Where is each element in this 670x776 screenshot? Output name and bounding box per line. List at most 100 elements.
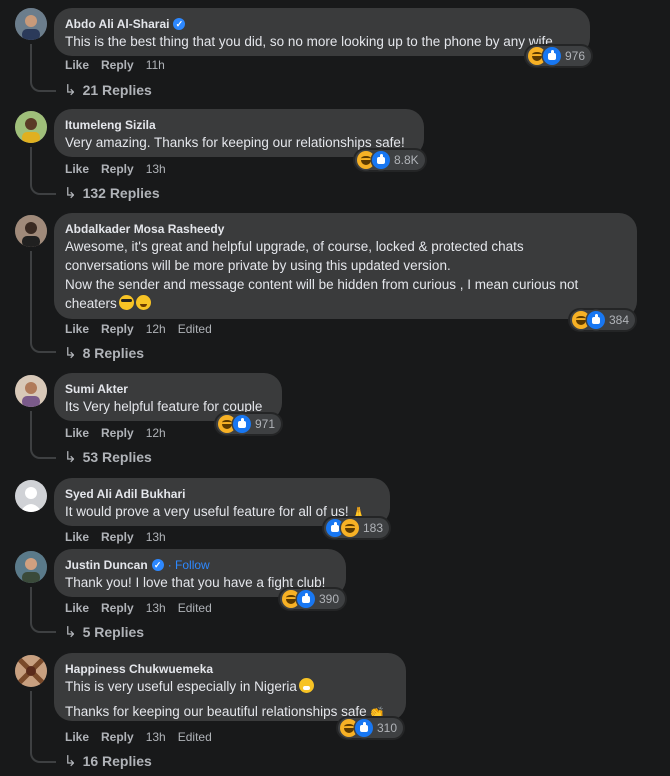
comment: Abdo Ali Al-Sharai ✓ This is the best th… [0, 8, 670, 104]
view-replies-link[interactable]: ↳ 16 Replies [64, 752, 152, 770]
author-name[interactable]: Sumi Akter [65, 381, 128, 397]
comment-text: Very amazing. Thanks for keeping our rel… [65, 135, 405, 150]
view-replies-link[interactable]: ↳ 21 Replies [64, 81, 152, 99]
avatar[interactable] [15, 480, 47, 512]
comment-text: This is the best thing that you did, so … [65, 34, 557, 49]
thread-connector [30, 183, 56, 195]
reply-arrow-icon: ↳ [64, 624, 77, 641]
edited-label: Edited [177, 601, 212, 615]
comment-text-line: conversations will be more private by us… [65, 258, 451, 273]
thread-line [30, 411, 32, 449]
view-replies-link[interactable]: ↳ 53 Replies [64, 448, 152, 466]
thread-line [30, 691, 32, 753]
reply-button[interactable]: Reply [101, 162, 134, 176]
timestamp[interactable]: 12h [146, 322, 166, 336]
author-name[interactable]: Abdalkader Mosa Rasheedy [65, 221, 224, 237]
author-name[interactable]: Itumeleng Sizila [65, 117, 156, 133]
avatar[interactable] [15, 8, 47, 40]
reactions-summary[interactable]: 384 [570, 310, 636, 330]
comment-actions: Like Reply 13h [65, 530, 178, 544]
like-reaction-icon [233, 415, 251, 433]
edited-label: Edited [177, 322, 212, 336]
reply-button[interactable]: Reply [101, 322, 134, 336]
comment-text: Thanks for keeping our beautiful relatio… [65, 704, 367, 719]
reaction-count: 971 [255, 417, 276, 431]
author-row: Justin Duncan ✓ · Follow [65, 557, 334, 573]
reply-arrow-icon: ↳ [64, 753, 77, 770]
replies-count: 132 Replies [82, 185, 160, 201]
reactions-summary[interactable]: 8.8K [355, 150, 425, 170]
avatar[interactable] [15, 551, 47, 583]
timestamp[interactable]: 13h [146, 730, 166, 744]
reaction-count: 390 [319, 592, 340, 606]
view-replies-link[interactable]: ↳ 5 Replies [64, 623, 144, 641]
comment-text: It would prove a very useful feature for… [65, 504, 349, 519]
reply-arrow-icon: ↳ [64, 82, 77, 99]
author-name[interactable]: Syed Ali Adil Bukhari [65, 486, 185, 502]
thread-connector [30, 341, 56, 353]
reactions-summary[interactable]: 976 [526, 46, 592, 66]
thread-connector [30, 447, 56, 459]
like-reaction-icon [372, 151, 390, 169]
replies-count: 8 Replies [82, 345, 145, 361]
reply-arrow-icon: ↳ [64, 449, 77, 466]
reaction-count: 976 [565, 49, 586, 63]
comment-text-line: cheaters [65, 294, 625, 313]
avatar[interactable] [15, 655, 47, 687]
reply-button[interactable]: Reply [101, 58, 134, 72]
like-button[interactable]: Like [65, 322, 89, 336]
follow-label: Follow [175, 558, 210, 572]
reactions-summary[interactable]: 390 [280, 589, 346, 609]
timestamp[interactable]: 13h [146, 530, 166, 544]
reply-button[interactable]: Reply [101, 730, 134, 744]
grinning-face-icon [135, 295, 151, 310]
author-row: Itumeleng Sizila [65, 117, 412, 133]
author-name[interactable]: Abdo Ali Al-Sharai [65, 16, 169, 32]
replies-count: 53 Replies [82, 449, 152, 465]
verified-badge-icon: ✓ [151, 559, 164, 571]
comment-text-line: Now the sender and message content will … [65, 277, 579, 292]
avatar[interactable] [15, 111, 47, 143]
author-row: Sumi Akter [65, 381, 270, 397]
author-row: Syed Ali Adil Bukhari [65, 486, 378, 502]
comment-actions: Like Reply 13h Edited [65, 601, 224, 615]
reactions-summary[interactable]: 971 [216, 414, 282, 434]
timestamp[interactable]: 13h [146, 601, 166, 615]
like-reaction-icon [587, 311, 605, 329]
reactions-summary[interactable]: 183 [324, 518, 390, 538]
reactions-summary[interactable]: 310 [338, 718, 404, 738]
like-button[interactable]: Like [65, 162, 89, 176]
comment-bubble: Abdo Ali Al-Sharai ✓ This is the best th… [54, 8, 590, 56]
reaction-count: 8.8K [394, 153, 419, 167]
avatar[interactable] [15, 215, 47, 247]
timestamp[interactable]: 13h [146, 162, 166, 176]
author-name[interactable]: Justin Duncan [65, 557, 148, 573]
comment-actions: Like Reply 13h Edited [65, 730, 224, 744]
reply-button[interactable]: Reply [101, 426, 134, 440]
like-button[interactable]: Like [65, 601, 89, 615]
author-row: Abdalkader Mosa Rasheedy [65, 221, 625, 237]
reaction-count: 310 [377, 721, 398, 735]
thread-line [30, 44, 32, 82]
thread-line [30, 147, 32, 185]
reply-button[interactable]: Reply [101, 601, 134, 615]
reply-arrow-icon: ↳ [64, 345, 77, 362]
view-replies-link[interactable]: ↳ 8 Replies [64, 344, 144, 362]
like-button[interactable]: Like [65, 58, 89, 72]
reply-button[interactable]: Reply [101, 530, 134, 544]
thread-connector [30, 621, 56, 633]
like-button[interactable]: Like [65, 730, 89, 744]
like-button[interactable]: Like [65, 530, 89, 544]
replies-count: 21 Replies [82, 82, 152, 98]
timestamp[interactable]: 12h [146, 426, 166, 440]
timestamp[interactable]: 11h [146, 58, 165, 72]
avatar[interactable] [15, 375, 47, 407]
comment: Abdalkader Mosa Rasheedy Awesome, it's g… [0, 213, 670, 365]
comment-actions: Like Reply 12h Edited [65, 322, 224, 336]
comment: Happiness Chukwuemeka This is very usefu… [0, 653, 670, 775]
replies-count: 5 Replies [82, 624, 145, 640]
like-button[interactable]: Like [65, 426, 89, 440]
author-name[interactable]: Happiness Chukwuemeka [65, 661, 213, 677]
follow-button[interactable]: · Follow [168, 557, 210, 573]
view-replies-link[interactable]: ↳ 132 Replies [64, 184, 160, 202]
